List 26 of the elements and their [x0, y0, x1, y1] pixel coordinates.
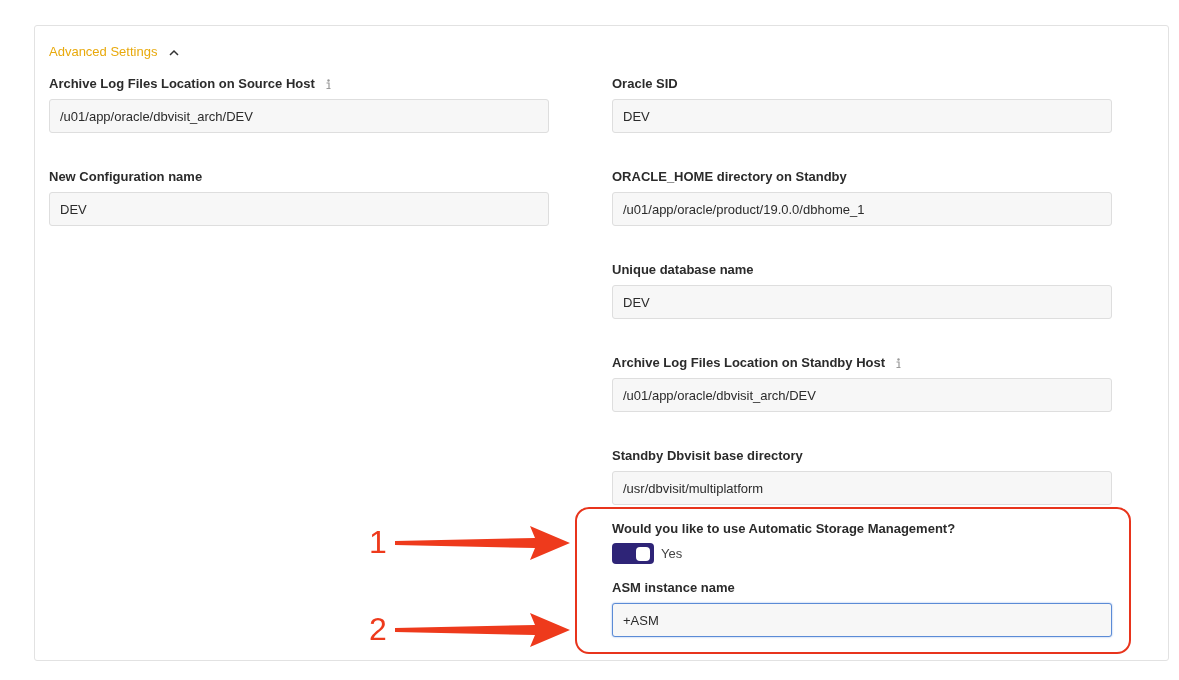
field-label: Oracle SID: [612, 75, 678, 94]
annotation-number: 1: [369, 526, 387, 558]
field-label: ORACLE_HOME directory on Standby: [612, 168, 847, 187]
field-label: ASM instance name: [612, 579, 735, 598]
arrow-icon: [395, 613, 570, 647]
arrow-icon: [395, 526, 570, 560]
field-label: Archive Log Files Location on Source Host: [49, 75, 315, 94]
chevron-up-icon: [169, 48, 180, 56]
text-field[interactable]: /u01/app/oracle/dbvisit_arch/DEV: [612, 378, 1112, 412]
text-field[interactable]: /usr/dbvisit/multiplatform: [612, 471, 1112, 505]
text-field[interactable]: DEV: [49, 192, 549, 226]
field-label: Unique database name: [612, 261, 754, 280]
text-field[interactable]: DEV: [612, 285, 1112, 319]
info-icon[interactable]: [325, 78, 331, 90]
field-label: Archive Log Files Location on Standby Host: [612, 354, 886, 373]
field-label: Standby Dbvisit base directory: [612, 447, 803, 466]
field-label: New Configuration name: [49, 168, 203, 187]
text-field[interactable]: DEV: [612, 99, 1112, 133]
annotation-number: 2: [369, 613, 387, 645]
info-icon[interactable]: [896, 357, 902, 369]
toggle-switch[interactable]: [612, 543, 654, 564]
text-field[interactable]: /u01/app/oracle/product/19.0.0/dbhome_1: [612, 192, 1112, 226]
text-field[interactable]: /u01/app/oracle/dbvisit_arch/DEV: [49, 99, 549, 133]
field-label: Would you like to use Automatic Storage Management?: [612, 520, 956, 539]
text-field[interactable]: +ASM: [612, 603, 1112, 637]
toggle-label: Yes: [661, 544, 683, 563]
